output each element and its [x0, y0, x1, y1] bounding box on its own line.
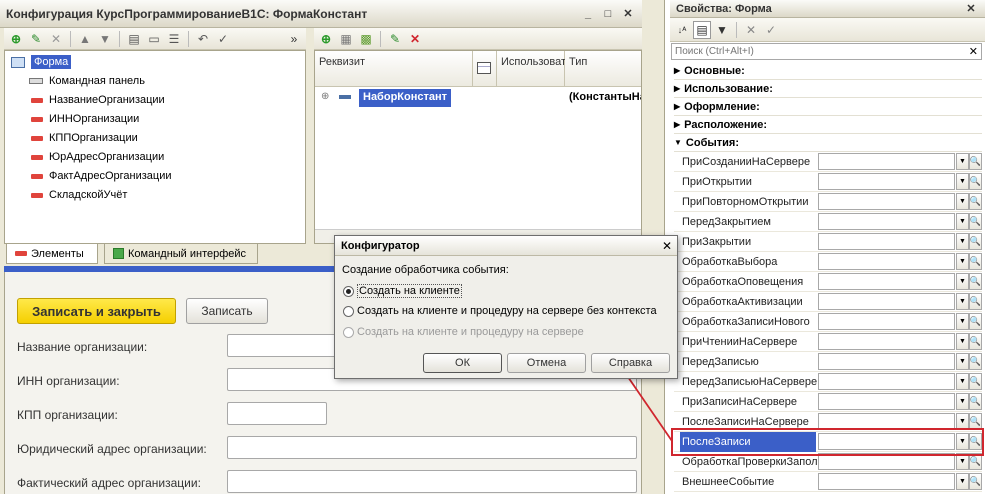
radio-create-client-server-no-context[interactable]: Создать на клиенте и процедуру на сервер… — [343, 305, 657, 317]
radio-disabled-icon — [343, 326, 354, 338]
radio-label: Создать на клиенте — [357, 284, 462, 298]
cancel-button[interactable]: Отмена — [507, 353, 586, 373]
radio-icon[interactable] — [343, 305, 354, 317]
dialog-titlebar: Конфигуратор ✕ — [335, 236, 677, 256]
dialog-prompt: Создание обработчика события: — [342, 264, 509, 276]
help-button[interactable]: Справка — [591, 353, 670, 373]
radio-create-client-server: Создать на клиенте и процедуру на сервер… — [343, 326, 584, 338]
radio-checked-icon[interactable] — [343, 285, 354, 297]
radio-label: Создать на клиенте и процедуру на сервер… — [357, 305, 657, 317]
dialog-title: Конфигуратор — [341, 240, 420, 252]
radio-create-client[interactable]: Создать на клиенте — [343, 284, 462, 298]
close-icon[interactable]: ✕ — [662, 239, 672, 253]
ok-button[interactable]: ОК — [423, 353, 502, 373]
radio-label: Создать на клиенте и процедуру на сервер… — [357, 326, 584, 338]
